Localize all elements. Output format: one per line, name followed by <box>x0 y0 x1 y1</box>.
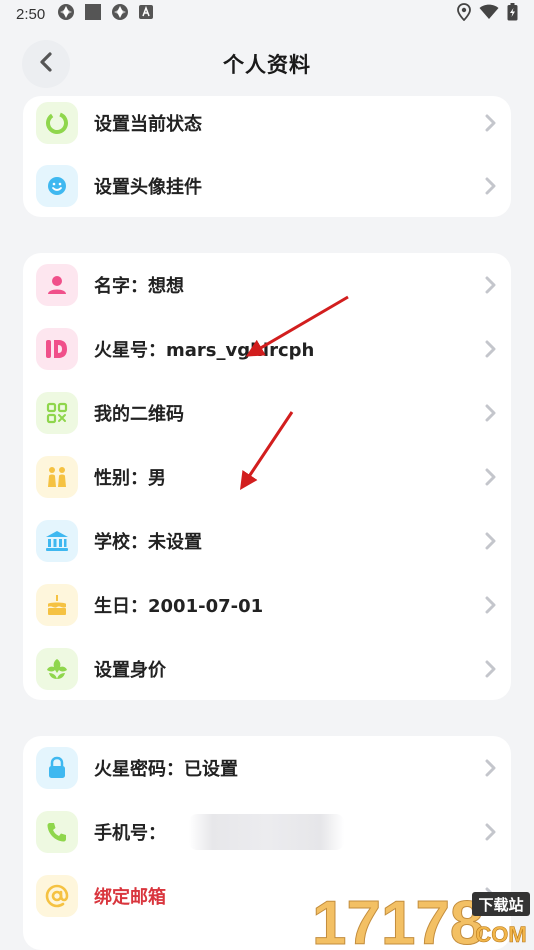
status-ring-icon <box>36 102 78 144</box>
qrcode-icon <box>36 392 78 434</box>
row-label: 性别：男 <box>94 468 166 489</box>
row-school[interactable]: 学校：未设置 <box>23 509 511 573</box>
row-set-status[interactable]: 设置当前状态 <box>23 96 511 155</box>
row-mars-id[interactable]: 火星号：mars_vghlrcph <box>23 317 511 381</box>
chevron-right-icon <box>485 404 496 422</box>
chevron-right-icon <box>485 823 496 841</box>
row-label: 绑定邮箱 <box>94 887 166 908</box>
chevron-right-icon <box>485 660 496 678</box>
profile-card: 名字：想想 火星号：mars_vghlrcph 我的二维码 性别：男 学校：未设… <box>23 253 511 700</box>
chevron-right-icon <box>485 596 496 614</box>
watermark-number: 17178 <box>312 889 484 950</box>
person-icon <box>36 264 78 306</box>
page-title: 个人资料 <box>223 53 311 77</box>
back-button[interactable] <box>22 40 70 88</box>
mars-id-icon <box>36 328 78 370</box>
row-gender[interactable]: 性别：男 <box>23 445 511 509</box>
school-icon <box>36 520 78 562</box>
row-label: 名字：想想 <box>94 276 184 297</box>
chevron-right-icon <box>485 468 496 486</box>
chevron-right-icon <box>485 177 496 195</box>
row-label: 学校：未设置 <box>94 532 202 553</box>
watermark-tag: 下载站 <box>478 896 523 914</box>
wifi-icon <box>479 4 499 24</box>
row-set-value[interactable]: 设置身价 <box>23 637 511 700</box>
row-label: 设置头像挂件 <box>94 177 202 198</box>
a-notification-icon <box>139 5 154 23</box>
row-label: 设置当前状态 <box>94 114 202 135</box>
chevron-left-icon <box>39 52 53 76</box>
phone-icon <box>36 811 78 853</box>
row-label: 我的二维码 <box>94 404 184 425</box>
row-set-avatar-pendant[interactable]: 设置头像挂件 <box>23 154 511 217</box>
status-bar: 2:50 <box>0 0 534 28</box>
row-label: 火星号：mars_vghlrcph <box>94 340 315 361</box>
row-qrcode[interactable]: 我的二维码 <box>23 381 511 445</box>
chevron-right-icon <box>485 114 496 132</box>
status-time: 2:50 <box>16 5 46 23</box>
row-label: 设置身价 <box>94 660 166 681</box>
row-birthday[interactable]: 生日：2001-07-01 <box>23 573 511 637</box>
at-icon <box>36 875 78 917</box>
status-card: 设置当前状态 设置头像挂件 <box>23 96 511 217</box>
row-label: 火星密码：已设置 <box>94 759 238 780</box>
row-name[interactable]: 名字：想想 <box>23 253 511 317</box>
row-label: 生日：2001-07-01 <box>94 596 264 617</box>
cake-icon <box>36 584 78 626</box>
watermark-domain: COM <box>475 922 526 947</box>
battery-icon <box>507 3 518 25</box>
location-icon <box>457 3 471 25</box>
header: 个人资料 <box>0 36 534 92</box>
watermark-logo: 17178 下载站 COM <box>308 884 534 950</box>
chevron-right-icon <box>485 532 496 550</box>
app-notification-icon-2 <box>111 3 129 25</box>
row-phone[interactable]: 手机号： <box>23 800 511 864</box>
gender-icon <box>36 456 78 498</box>
square-notification-icon <box>85 4 102 24</box>
chevron-right-icon <box>485 340 496 358</box>
row-label: 手机号： <box>94 823 166 844</box>
app-notification-icon <box>57 3 75 25</box>
lock-icon <box>36 747 78 789</box>
smiley-icon <box>36 165 78 207</box>
chevron-right-icon <box>485 759 496 777</box>
flower-icon <box>36 648 78 690</box>
phone-number-blurred <box>189 814 344 850</box>
row-mars-password[interactable]: 火星密码：已设置 <box>23 736 511 800</box>
chevron-right-icon <box>485 276 496 294</box>
